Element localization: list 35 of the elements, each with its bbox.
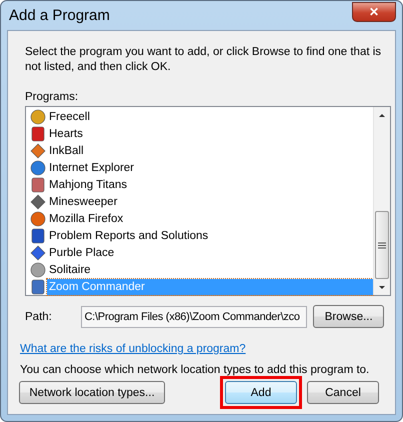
- app-icon: [30, 244, 46, 260]
- program-item[interactable]: Freecell: [47, 108, 92, 124]
- path-field[interactable]: C:\Program Files (x86)\Zoom Commander\zco: [81, 306, 308, 328]
- path-label: Path:: [25, 310, 53, 322]
- window-title: Add a Program: [8, 7, 110, 24]
- app-icon: [30, 142, 46, 158]
- browse-button[interactable]: Browse...: [313, 305, 384, 328]
- programs-label: Programs:: [25, 91, 80, 103]
- app-icon: [30, 194, 46, 210]
- program-item[interactable]: Mozilla Firefox: [47, 210, 126, 226]
- scrollbar[interactable]: [373, 107, 390, 295]
- app-icon: [30, 210, 46, 226]
- network-text: You can choose which network location types to add this program to.: [20, 364, 370, 376]
- program-item[interactable]: Purble Place: [47, 244, 116, 260]
- program-item[interactable]: Hearts: [47, 126, 85, 142]
- program-item[interactable]: Mahjong Titans: [47, 176, 129, 192]
- dialog-button[interactable]: Cancel: [307, 381, 379, 404]
- program-item[interactable]: Internet Explorer: [47, 160, 136, 176]
- app-icon: [30, 176, 46, 192]
- app-icon: [30, 262, 46, 278]
- app-icon: [30, 228, 46, 244]
- program-item[interactable]: Minesweeper: [47, 194, 120, 210]
- program-item[interactable]: Solitaire: [47, 262, 93, 278]
- dialog-button[interactable]: Add: [225, 381, 297, 404]
- scroll-thumb[interactable]: [375, 211, 389, 279]
- program-item[interactable]: InkBall: [47, 142, 86, 158]
- instruction-text: Select the program you want to add, or click Browse to find one that is not listed, and then click OK.: [25, 45, 382, 75]
- dialog-button[interactable]: Network location types...: [19, 381, 165, 404]
- app-icon: [30, 278, 46, 294]
- program-item[interactable]: Problem Reports and Solutions: [47, 228, 210, 244]
- app-icon: [30, 126, 46, 142]
- app-icon: [30, 160, 46, 176]
- app-icon: [30, 108, 46, 124]
- risks-link[interactable]: What are the risks of unblocking a program?: [20, 343, 384, 355]
- close-button[interactable]: ✕: [352, 2, 396, 22]
